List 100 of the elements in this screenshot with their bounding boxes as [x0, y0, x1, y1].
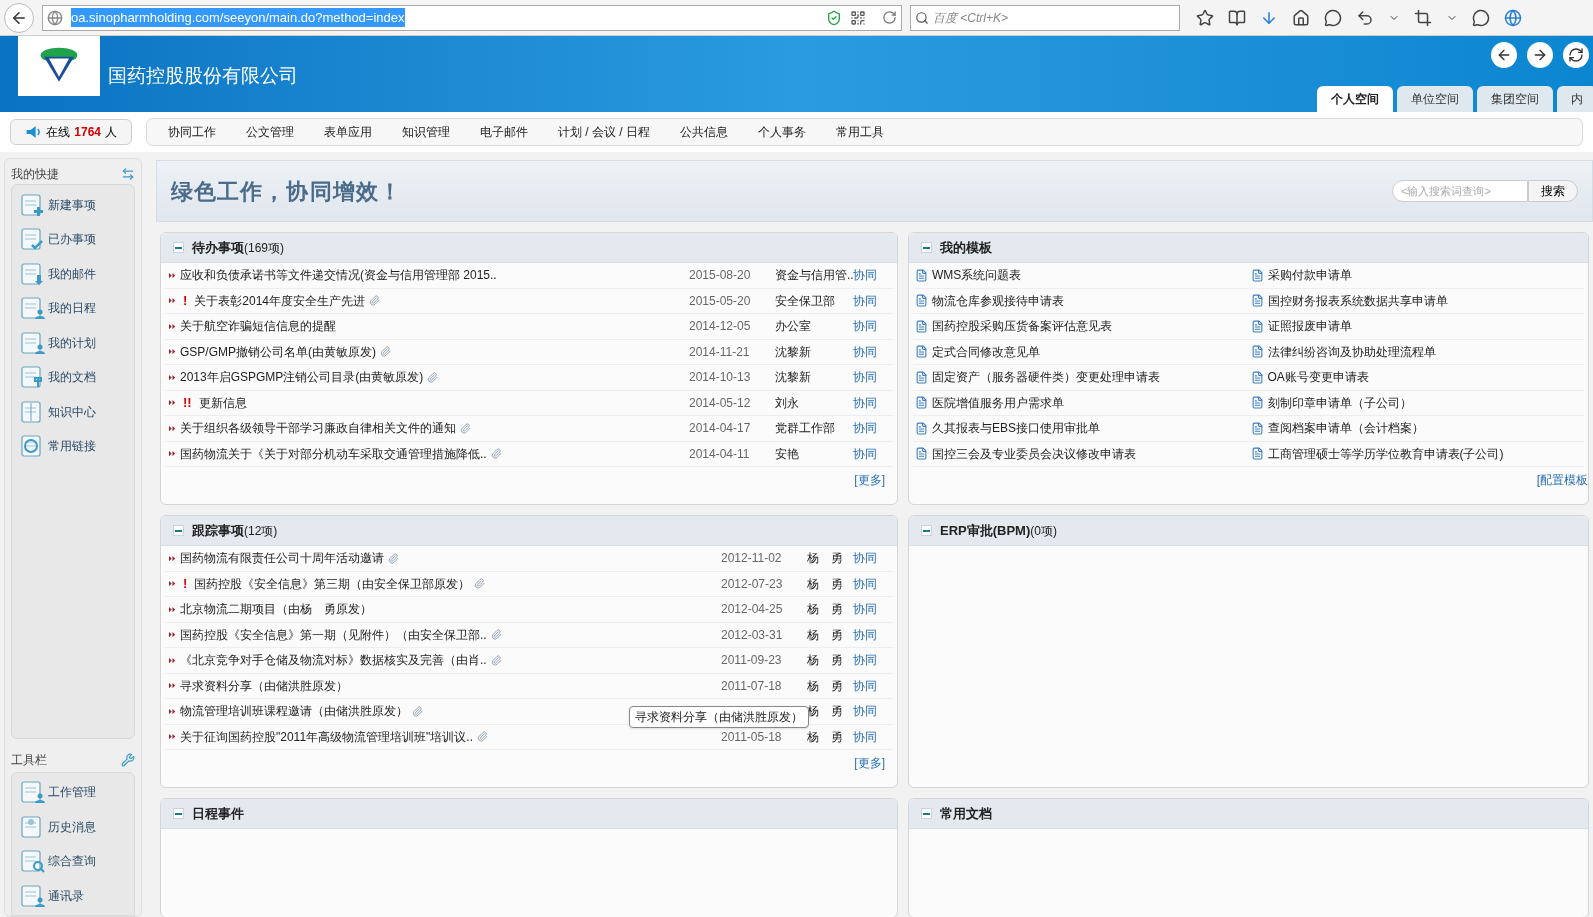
task-link[interactable]: 国药控股《安全信息》第三期（由安全保卫部原发）: [194, 574, 471, 593]
back-button[interactable]: [4, 2, 34, 33]
shortcut-item[interactable]: 常用链接: [20, 432, 126, 460]
task-type-link[interactable]: 协同: [853, 625, 889, 644]
tool-item[interactable]: 通讯录: [20, 882, 126, 909]
template-link[interactable]: 采购付款申请单: [1267, 266, 1352, 285]
space-tab[interactable]: 集团空间: [1477, 86, 1553, 112]
shortcut-item[interactable]: 我的文档: [20, 363, 126, 391]
shortcut-item[interactable]: 新建事项: [20, 191, 126, 218]
task-link[interactable]: 国药控股《安全信息》第一期（见附件）（由安全保卫部..: [180, 625, 487, 644]
task-link[interactable]: 关于航空诈骗短信信息的提醒: [180, 317, 336, 336]
collapse-icon[interactable]: [173, 525, 184, 536]
task-type-link[interactable]: 协同: [853, 393, 889, 412]
task-link[interactable]: 寻求资料分享（由储洪胜原发）: [180, 676, 348, 695]
shortcut-item[interactable]: 已办事项: [20, 225, 126, 253]
task-type-link[interactable]: 协同: [853, 291, 889, 310]
menu-item[interactable]: 协同工作: [162, 123, 222, 141]
wrench-icon[interactable]: [121, 753, 135, 768]
template-link[interactable]: WMS系统问题表: [932, 266, 1022, 285]
refresh-button[interactable]: [1563, 42, 1589, 68]
tool-item[interactable]: 综合查询: [20, 848, 126, 875]
menu-item[interactable]: 知识管理: [396, 123, 456, 141]
task-link[interactable]: 应收和负债承诺书等文件递交情况(资金与信用管理部 2015..: [180, 266, 497, 285]
configure-link[interactable]: [配置模板: [1536, 471, 1588, 489]
shortcut-item[interactable]: 我的计划: [20, 329, 126, 356]
more-link[interactable]: [更多]: [854, 754, 885, 772]
template-link[interactable]: 固定资产（服务器硬件类）变更处理申请表: [932, 368, 1160, 387]
globe-icon[interactable]: [1504, 8, 1522, 27]
task-type-link[interactable]: 协同: [853, 600, 889, 619]
task-link[interactable]: 北京物流二期项目（由杨 勇原发）: [180, 600, 372, 619]
template-link[interactable]: OA账号变更申请表: [1267, 368, 1369, 387]
bookmark-icon[interactable]: [1196, 8, 1214, 27]
task-link[interactable]: 更新信息: [198, 393, 247, 412]
collapse-icon[interactable]: [173, 242, 184, 253]
menu-item[interactable]: 公文管理: [240, 123, 300, 141]
menu-item[interactable]: 个人事务: [752, 123, 812, 141]
task-link[interactable]: 国药物流关于《关于对部分机动车采取交通管理措施降低..: [180, 444, 487, 463]
template-link[interactable]: 国药控股采购压货备案评估意见表: [932, 317, 1112, 336]
qr-code-icon[interactable]: [850, 9, 866, 26]
task-link[interactable]: 《北京竞争对手仓储及物流对标》数据核实及完善（由肖..: [180, 651, 487, 670]
collapse-icon[interactable]: [921, 808, 932, 819]
chat-icon[interactable]: [1324, 8, 1342, 27]
shortcut-item[interactable]: 我的邮件: [20, 260, 126, 287]
task-type-link[interactable]: 协同: [853, 419, 889, 438]
task-link[interactable]: 关于表彰2014年度安全生产先进: [194, 291, 366, 310]
undo-icon[interactable]: [1356, 8, 1374, 27]
task-type-link[interactable]: 协同: [853, 317, 889, 336]
menu-item[interactable]: 电子邮件: [474, 123, 534, 141]
search-field[interactable]: 百度 <Ctrl+K>: [910, 4, 1180, 31]
online-status[interactable]: 在线 1764 人: [10, 119, 132, 145]
shortcut-item[interactable]: 知识中心: [20, 398, 126, 425]
more-link[interactable]: [更多]: [854, 471, 885, 489]
template-link[interactable]: 查阅档案申请单（会计档案）: [1267, 419, 1424, 438]
template-link[interactable]: 工商管理硕士等学历学位教育申请表(子公司): [1267, 444, 1504, 463]
task-link[interactable]: 关于征询国药控股"2011年高级物流管理培训班"培训议..: [180, 727, 473, 746]
collapse-icon[interactable]: [921, 525, 932, 536]
crop-icon[interactable]: [1414, 8, 1432, 27]
forward-nav-button[interactable]: [1527, 42, 1553, 68]
task-link[interactable]: GSP/GMP撤销公司名单(由黄敏原发): [180, 342, 376, 361]
task-type-link[interactable]: 协同: [853, 574, 889, 593]
shield-icon[interactable]: [826, 9, 842, 26]
template-link[interactable]: 医院增值服务用户需求单: [932, 393, 1064, 412]
message-icon[interactable]: [1472, 8, 1490, 27]
template-link[interactable]: 国控财务报表系统数据共享申请单: [1267, 291, 1448, 310]
task-type-link[interactable]: 协同: [853, 651, 889, 670]
task-type-link[interactable]: 协同: [853, 549, 889, 568]
menu-item[interactable]: 表单应用: [318, 123, 378, 141]
task-type-link[interactable]: 协同: [853, 368, 889, 387]
template-link[interactable]: 国控三会及专业委员会决议修改申请表: [932, 444, 1136, 463]
task-type-link[interactable]: 协同: [853, 266, 889, 285]
template-link[interactable]: 久其报表与EBS接口使用审批单: [932, 419, 1100, 438]
template-link[interactable]: 刻制印章申请单（子公司）: [1267, 393, 1412, 412]
space-tab[interactable]: 个人空间: [1317, 86, 1393, 112]
task-type-link[interactable]: 协同: [853, 702, 889, 721]
home-icon[interactable]: [1292, 8, 1310, 27]
space-tab[interactable]: 内: [1557, 86, 1593, 112]
collapse-icon[interactable]: [921, 242, 932, 253]
collapse-icon[interactable]: [173, 808, 184, 819]
shortcut-item[interactable]: 我的日程: [20, 294, 126, 322]
back-nav-button[interactable]: [1491, 42, 1517, 68]
task-type-link[interactable]: 协同: [853, 444, 889, 463]
template-link[interactable]: 证照报废申请单: [1267, 317, 1352, 336]
menu-item[interactable]: 公共信息: [674, 123, 734, 141]
task-type-link[interactable]: 协同: [853, 676, 889, 695]
template-link[interactable]: 物流仓库参观接待申请表: [932, 291, 1064, 310]
task-link[interactable]: 2013年启GSPGMP注销公司目录(由黄敏原发): [180, 368, 424, 387]
task-link[interactable]: 国药物流有限责任公司十周年活动邀请: [180, 549, 384, 568]
task-type-link[interactable]: 协同: [853, 727, 889, 746]
reader-icon[interactable]: [1228, 8, 1246, 27]
tool-item[interactable]: 工作管理: [20, 779, 126, 806]
search-button[interactable]: 搜索: [1528, 180, 1578, 202]
reload-icon[interactable]: [882, 10, 897, 25]
template-link[interactable]: 定式合同修改意见单: [932, 342, 1040, 361]
task-link[interactable]: 物流管理培训班课程邀请（由储洪胜原发）: [180, 702, 408, 721]
task-type-link[interactable]: 协同: [853, 342, 889, 361]
task-link[interactable]: 关于组织各级领导干部学习廉政自律相关文件的通知: [180, 419, 456, 438]
space-tab[interactable]: 单位空间: [1397, 86, 1473, 112]
menu-item[interactable]: 计划 / 会议 / 日程: [552, 123, 656, 141]
template-link[interactable]: 法律纠纷咨询及协助处理流程单: [1267, 342, 1436, 361]
menu-item[interactable]: 常用工具: [830, 123, 890, 141]
